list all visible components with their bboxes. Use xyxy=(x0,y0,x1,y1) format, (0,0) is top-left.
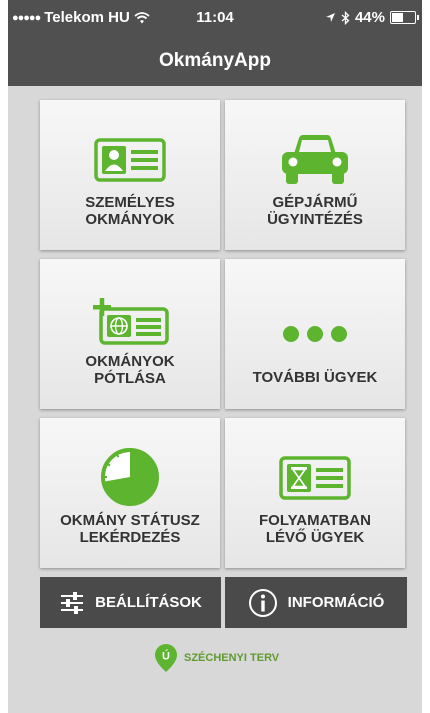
location-arrow-icon xyxy=(325,13,335,22)
id-card-icon xyxy=(94,138,166,182)
logo-badge-letter: Ú xyxy=(162,650,170,663)
tile-label: TOVÁBBI ÜGYEK xyxy=(252,369,378,386)
tile-label: FOLYAMATBAN LÉVŐ ÜGYEK xyxy=(259,512,371,546)
app-screen: ●●●●● Telekom HU 11:04 44% OkmányApp SZE… xyxy=(8,0,422,713)
sliders-icon xyxy=(61,591,84,614)
app-title-bar: OkmányApp xyxy=(8,36,422,86)
settings-button[interactable]: BEÁLLÍTÁSOK xyxy=(40,577,221,628)
tile-document-replacement[interactable]: OKMÁNYOK PÓTLÁSA xyxy=(40,259,220,409)
location-pin-icon: Ú xyxy=(155,644,177,672)
tile-personal-documents[interactable]: SZEMÉLYES OKMÁNYOK xyxy=(40,100,220,250)
info-button[interactable]: INFORMÁCIÓ xyxy=(225,577,407,628)
clock-icon xyxy=(101,448,159,506)
tile-more-services[interactable]: TOVÁBBI ÜGYEK xyxy=(225,259,405,409)
tile-label: SZEMÉLYES OKMÁNYOK xyxy=(85,194,175,228)
szechenyi-terv-text: SZÉCHENYI TERV xyxy=(184,652,280,664)
settings-label: BEÁLLÍTÁSOK xyxy=(95,594,202,611)
tile-vehicle-administration[interactable]: GÉPJÁRMŰ ÜGYINTÉZÉS xyxy=(225,100,405,250)
szechenyi-terv-logo: Ú SZÉCHENYI TERV xyxy=(154,643,279,673)
car-icon xyxy=(282,135,348,184)
tile-label: GÉPJÁRMŰ ÜGYINTÉZÉS xyxy=(267,194,363,228)
info-icon xyxy=(248,588,277,617)
add-document-icon xyxy=(93,298,169,345)
tile-label: OKMÁNY STÁTUSZ LEKÉRDEZÉS xyxy=(60,512,200,546)
more-icon xyxy=(283,326,347,342)
status-bar: ●●●●● Telekom HU 11:04 44% xyxy=(8,0,422,36)
tile-document-status[interactable]: OKMÁNY STÁTUSZ LEKÉRDEZÉS xyxy=(40,418,220,568)
bluetooth-icon xyxy=(341,10,350,25)
battery-percent: 44% xyxy=(354,9,385,26)
app-title: OkmányApp xyxy=(159,50,271,71)
tile-label: OKMÁNYOK PÓTLÁSA xyxy=(85,353,175,387)
battery-icon xyxy=(390,11,419,24)
hourglass-card-icon xyxy=(279,456,351,500)
info-label: INFORMÁCIÓ xyxy=(287,594,385,611)
tile-pending-cases[interactable]: FOLYAMATBAN LÉVŐ ÜGYEK xyxy=(225,418,405,568)
